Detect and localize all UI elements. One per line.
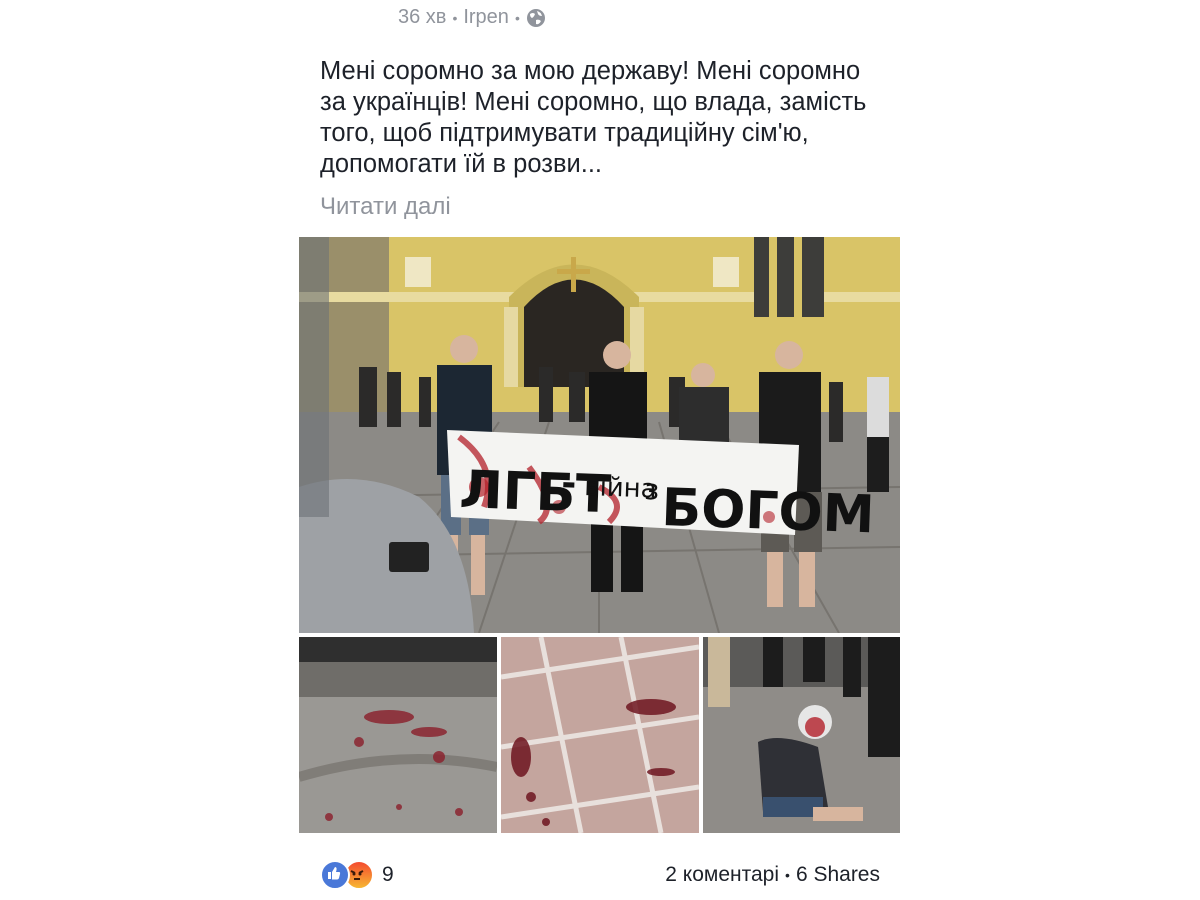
main-photo[interactable]: ЛГБТ - війна з БОГОМ xyxy=(299,237,900,633)
post-time[interactable]: 36 хв xyxy=(398,6,446,29)
banner-text: ЛГБТ - війна з БОГОМ xyxy=(459,460,876,545)
separator-dot: • xyxy=(452,9,458,26)
separator-dot: • xyxy=(785,867,790,883)
post-stats: 2 коментарі • 6 Shares xyxy=(665,863,880,887)
separator-dot: • xyxy=(514,9,520,26)
post-location[interactable]: Irpen xyxy=(463,6,509,29)
banner-text-god: БОГОМ xyxy=(661,478,876,545)
banner-text-with: з xyxy=(644,473,660,506)
photo-thumbnail-curb-image xyxy=(299,637,497,833)
shares-count[interactable]: 6 Shares xyxy=(796,863,880,887)
post-footer: 9 2 коментарі • 6 Shares xyxy=(320,858,880,892)
photo-thumbnail-curb[interactable] xyxy=(299,637,497,833)
post-text: Мені соромно за мою державу! Мені соромн… xyxy=(320,57,867,178)
read-more-link[interactable]: Читати далі xyxy=(320,193,451,221)
photo-thumbnail-pavement[interactable] xyxy=(501,637,699,833)
photo-thumbnail-injured-image xyxy=(703,637,900,833)
reaction-count: 9 xyxy=(382,863,394,886)
post-meta: 36 хв • Irpen • xyxy=(398,6,546,29)
comments-count[interactable]: 2 коментарі xyxy=(665,863,779,887)
photo-thumbnail-pavement-image xyxy=(501,637,699,833)
banner-text-dash: - xyxy=(561,463,577,504)
photo-thumbnail-injured[interactable] xyxy=(703,637,900,833)
globe-icon[interactable] xyxy=(526,8,546,28)
reactions[interactable]: 9 xyxy=(320,860,394,890)
like-icon xyxy=(320,860,350,890)
